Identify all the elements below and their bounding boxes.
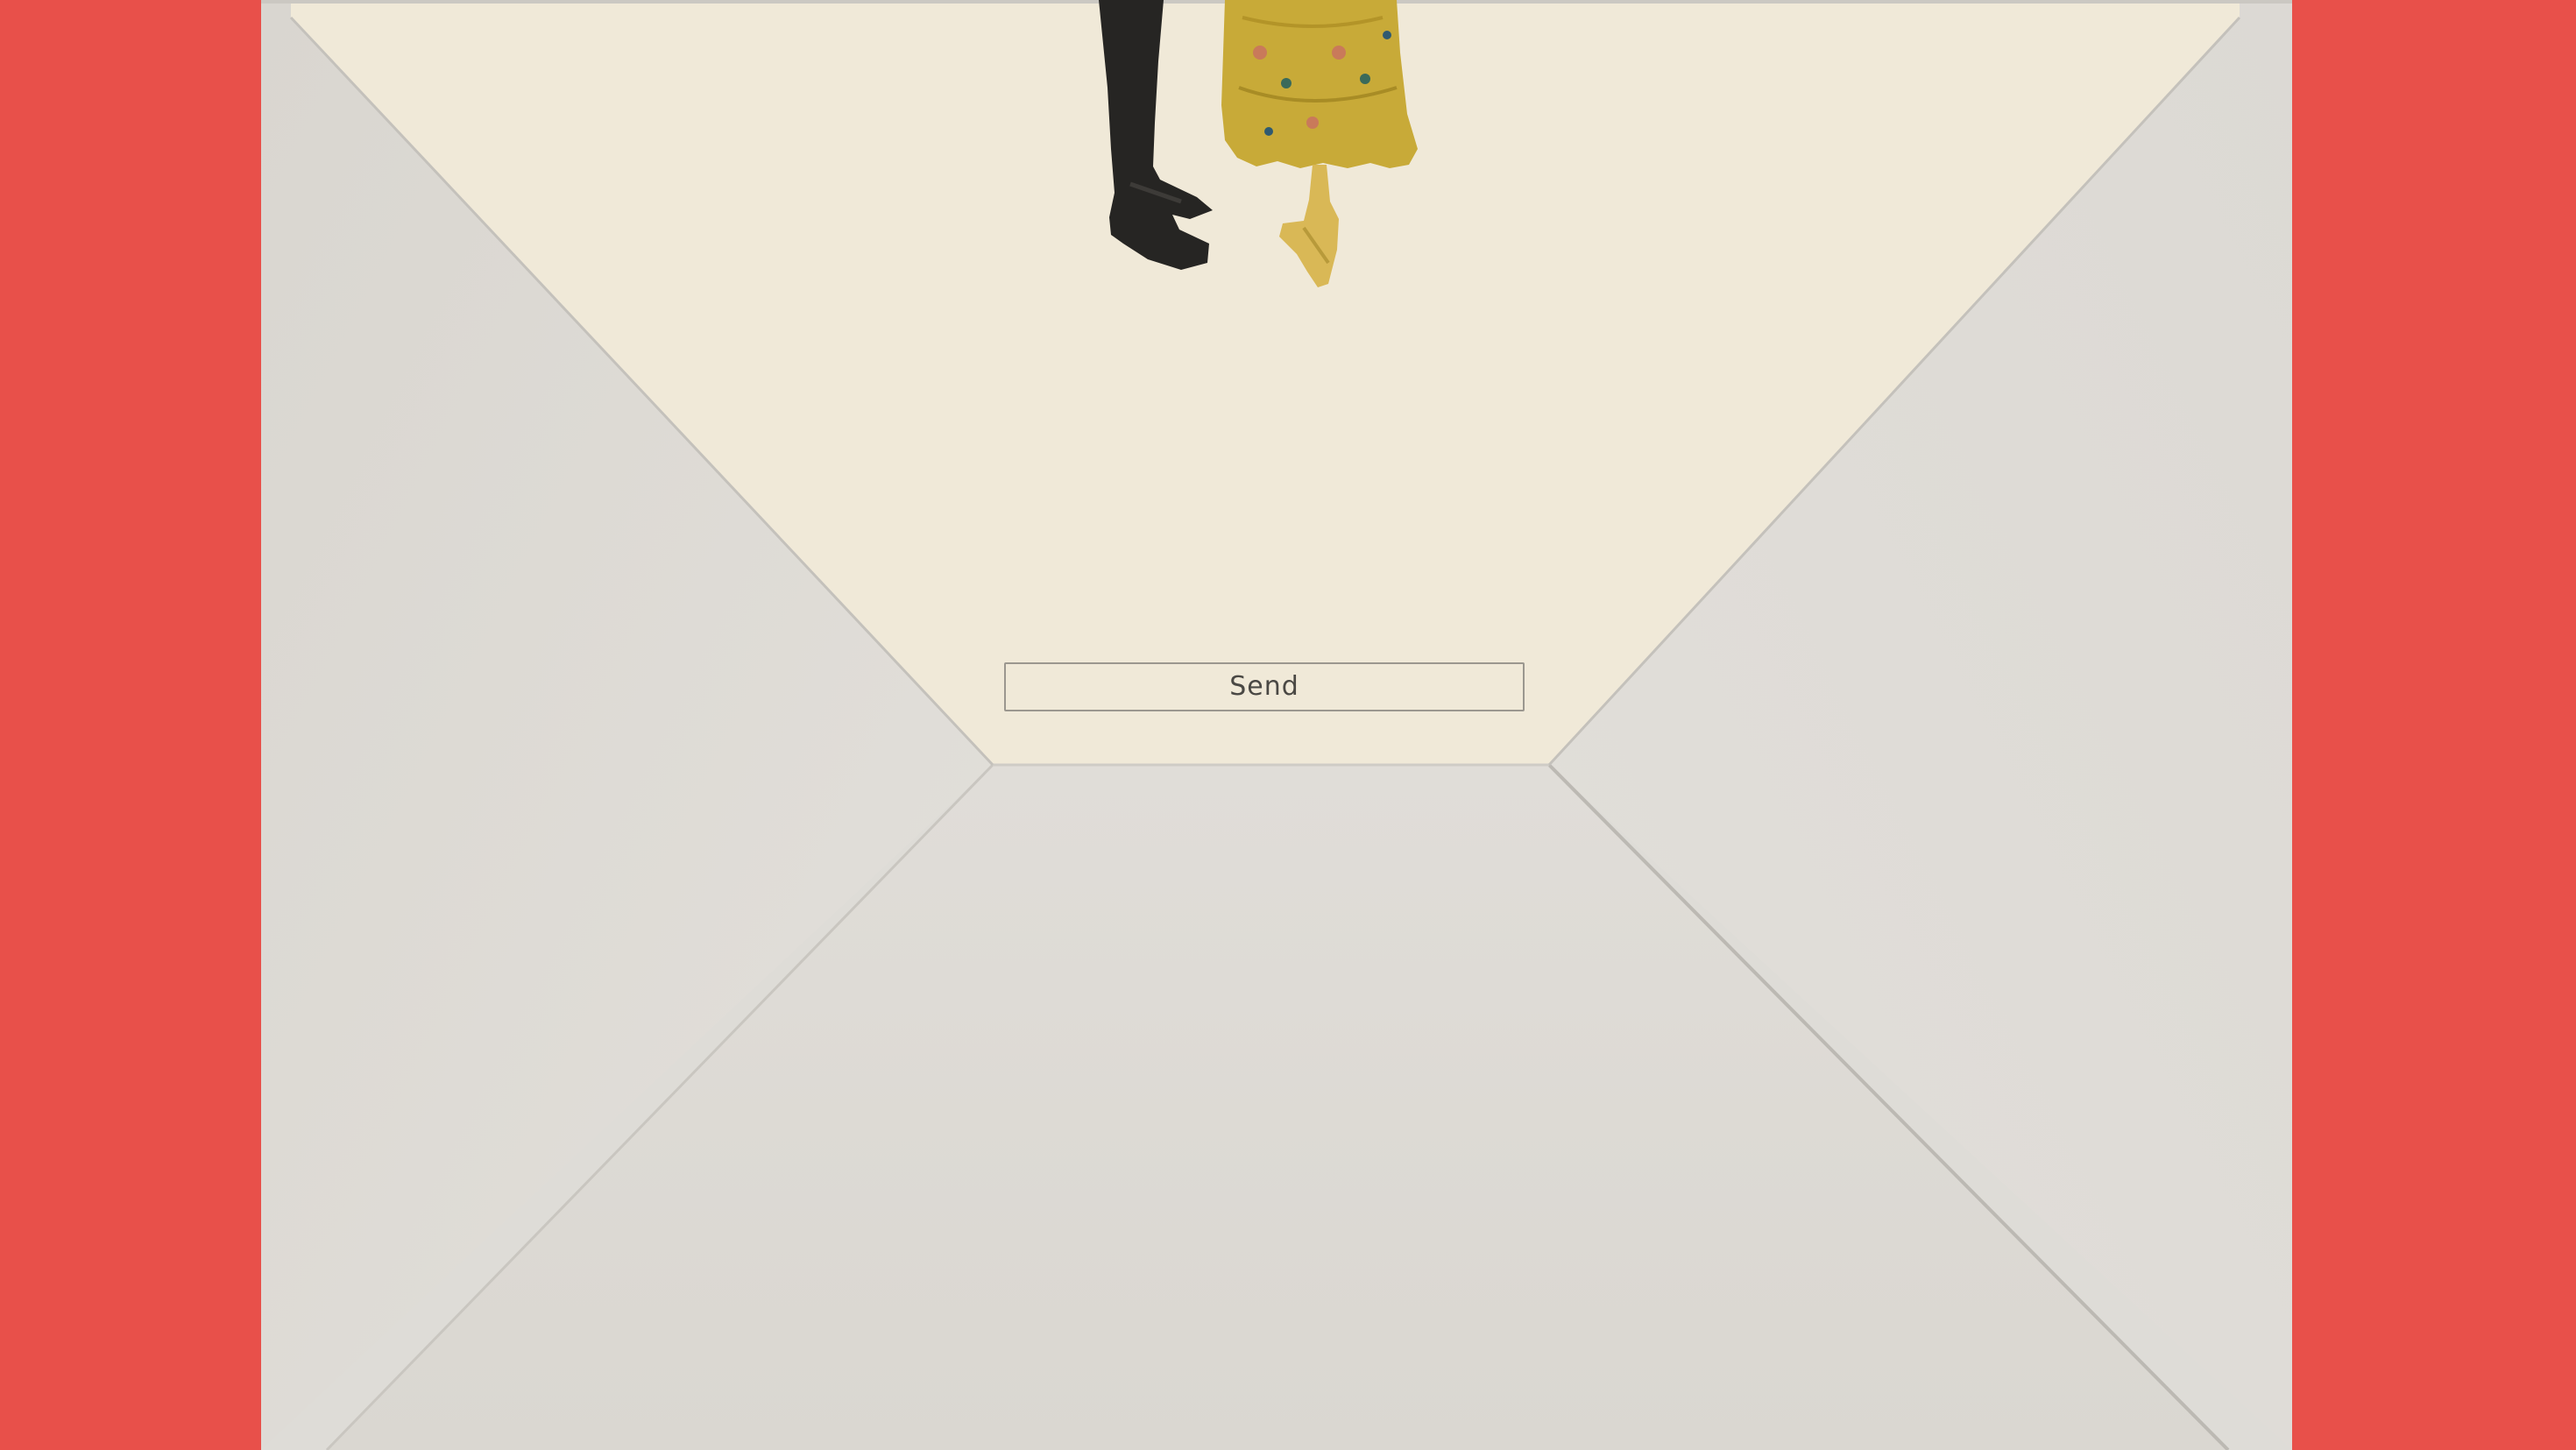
envelope: Send (261, 0, 2292, 1450)
invitation-viewer: Send (0, 0, 2576, 1450)
send-button[interactable]: Send (1004, 662, 1525, 711)
dancing-couple-feet-illustration (1099, 0, 1418, 287)
man-leg (1099, 0, 1213, 270)
lady-leg (1279, 165, 1339, 287)
